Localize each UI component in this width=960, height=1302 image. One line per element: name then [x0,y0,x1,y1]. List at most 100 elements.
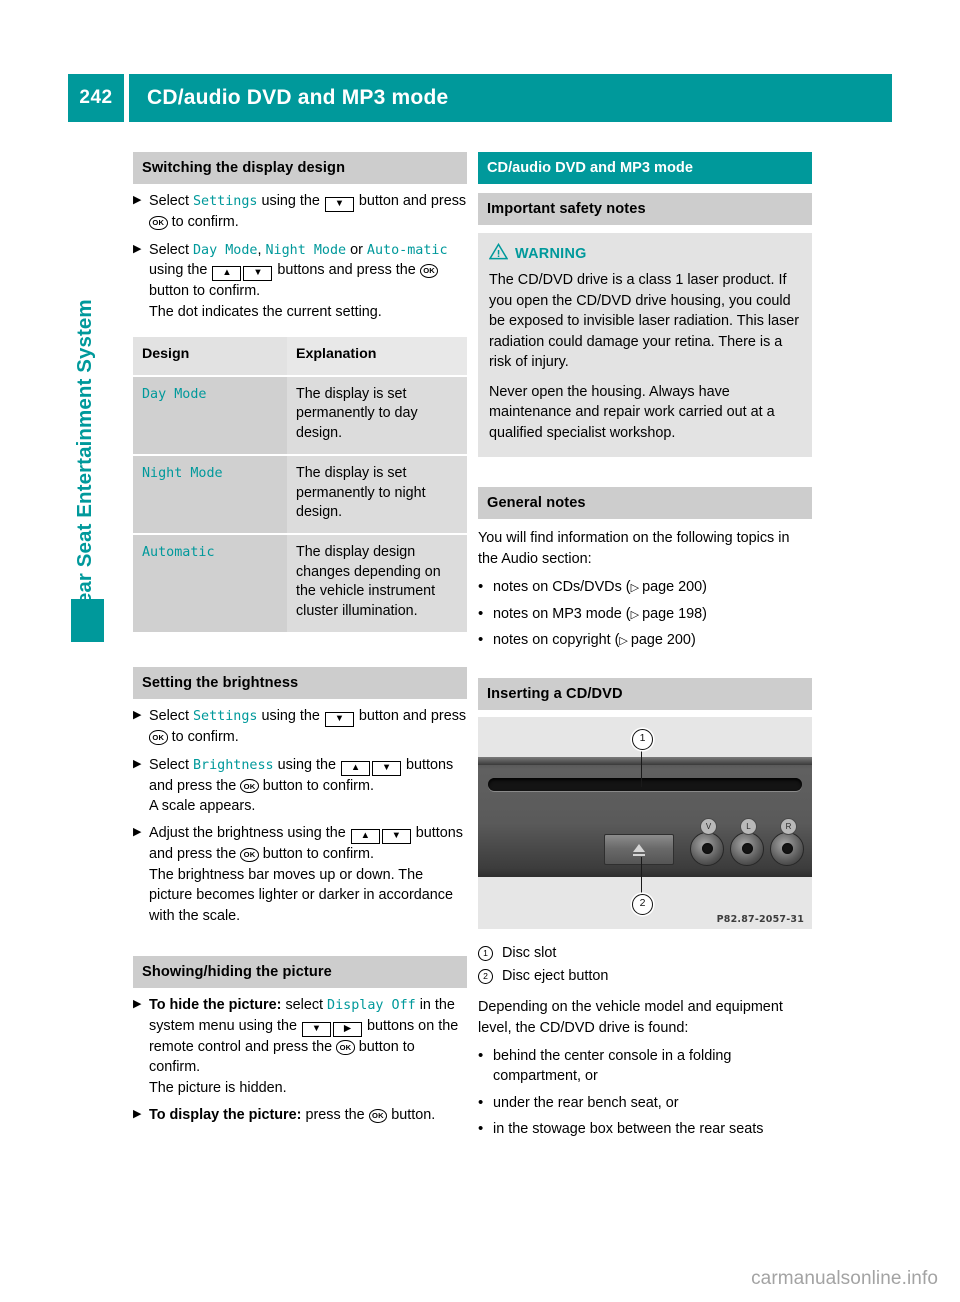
down-arrow-button-icon[interactable]: ▼ [243,266,273,282]
warning-triangle-icon [488,243,509,265]
step-text: button to confirm. [149,283,261,300]
instruction-step-text: To display the picture: press the OK but… [149,1105,467,1125]
page-reference-arrow-icon: ▷ [630,582,643,595]
warning-box: WARNING The CD/DVD drive is a class 1 la… [478,233,812,458]
table-header-row: Design Explanation [133,337,467,377]
bullet-dot-icon: • [478,631,484,649]
step-text: press the [301,1107,369,1124]
down-arrow-button-icon[interactable]: ▼ [381,829,411,845]
right-column: CD/audio DVD and MP3 mode Important safe… [478,152,812,1140]
ui-value-text: Auto‑matic [366,242,448,258]
ok-button-icon[interactable]: OK [368,1108,388,1124]
steps-setting-brightness: ▶ Select Settings using the ▼ button and … [133,706,467,926]
left-column: Switching the display design ▶ Select Set… [133,152,467,1126]
ui-value-text: Display Off [327,998,416,1014]
steps-switching-display-design: ▶ Select Settings using the ▼ button and … [133,191,467,322]
down-arrow-button-icon[interactable]: ▼ [324,712,354,728]
general-notes-intro: You will find information on the followi… [478,530,790,567]
callout-label: Disc eject button [502,968,609,985]
page-title: CD/audio DVD and MP3 mode [129,74,892,122]
list-item: • notes on MP3 mode (▷ page 198) [478,604,812,624]
table-row: Night Mode The display is set permanently… [133,454,467,535]
step-text: button and press [354,708,467,725]
step-bullet-icon: ▶ [133,194,142,207]
list-item-text: notes on copyright (▷ page 200) [493,632,696,649]
ok-button-icon[interactable]: OK [240,847,259,863]
step-bullet-icon: ▶ [133,709,142,722]
up-arrow-button-icon[interactable]: ▲ [341,760,371,776]
figure-callout-1: 1 [632,728,653,750]
page-reference-arrow-icon: ▷ [630,608,643,621]
av-jack-right-badge-icon: R [780,817,797,835]
disc-eject-button[interactable] [604,833,674,865]
warning-title-row: WARNING [488,243,801,265]
instruction-step-text: Select Brightness using the ▲ ▼ buttons a… [149,755,467,817]
inserting-bullet-list: • behind the center console in a folding … [478,1046,812,1140]
list-item-text: under the rear bench seat, or [493,1094,679,1111]
callout-circle: 1 [478,945,493,961]
page-reference-link[interactable]: page 200 [631,632,691,648]
warning-paragraph-2: Never open the housing. Always have main… [489,383,775,441]
step-text: to confirm. [167,214,239,231]
step-bullet-icon: ▶ [133,826,142,839]
step-text: A scale appears. [149,797,256,814]
table-header-explanation: Explanation [287,337,467,377]
ui-value-text: Night Mode [265,242,347,258]
list-item-text: notes on CDs/DVDs (▷ page 200) [493,579,707,596]
instruction-step-text: Select Settings using the ▼ button and p… [149,191,467,232]
ok-button-icon[interactable]: OK [419,263,439,278]
instruction-step: ▶ Adjust the brightness using the ▲ ▼ butt… [133,823,467,926]
heading-inserting-cd-dvd: Inserting a CD/DVD [478,677,812,710]
site-watermark: carmanualsonline.info [751,1268,938,1289]
page-reference-link[interactable]: page 200 [642,579,702,595]
bullet-dot-icon: • [478,1120,484,1138]
callout-legend-item: 2 Disc eject button [478,966,812,988]
page-reference-arrow-icon: ▷ [619,635,631,648]
step-text: , [257,241,266,258]
table-cell-explanation: The display is set permanently to day de… [287,375,467,456]
step-text: Select [149,193,193,210]
instruction-step-text: Adjust the brightness using the ▲ ▼ butto… [149,823,467,926]
chapter-title-bar: CD/audio DVD and MP3 mode [478,152,812,185]
av-jack-left-badge-icon: L [740,817,757,835]
list-item-text: behind the center console in a folding c… [493,1047,732,1085]
ok-button-icon[interactable]: OK [149,215,168,231]
instruction-step: ▶ To display the picture: press the OK bu… [133,1105,467,1125]
eject-icon [633,843,645,852]
step-text: buttons and press the [273,262,420,279]
instruction-step: ▶ Select Settings using the ▼ button and … [133,191,467,232]
page-reference-link[interactable]: page 198 [642,606,702,622]
disc-slot [488,777,802,791]
step-text: Adjust the brightness using the [149,825,350,842]
step-text: to confirm. [167,729,239,746]
instruction-step: ▶ Select Brightness using the ▲ ▼ buttons … [133,755,467,817]
general-notes-bullet-list: • notes on CDs/DVDs (▷ page 200) • notes on… [478,577,812,650]
list-item: • under the rear bench seat, or [478,1093,812,1113]
ui-value-text: Day Mode [193,242,258,258]
instruction-step: ▶ Select Day Mode, Night Mode or Auto‑mat… [133,240,467,322]
instruction-step: ▶ Select Settings using the ▼ button and … [133,706,467,747]
ok-button-icon[interactable]: OK [149,730,168,745]
right-arrow-button-icon[interactable]: ▶ [332,1021,362,1037]
step-text: button. [387,1107,436,1124]
instruction-step-text: Select Day Mode, Night Mode or Auto‑mati… [149,240,467,322]
step-text: using the [257,193,324,210]
up-arrow-button-icon[interactable]: ▲ [212,266,242,282]
chapter-side-tab-label: Rear Seat Entertainment System [73,299,96,619]
down-arrow-button-icon[interactable]: ▼ [372,760,402,776]
list-item: • behind the center console in a folding … [478,1046,812,1087]
callout-leader-1 [640,746,643,787]
chapter-side-tab: Rear Seat Entertainment System [66,222,106,642]
up-arrow-button-icon[interactable]: ▲ [350,829,380,845]
heading-showing-hiding-picture: Showing/hiding the picture [133,956,467,989]
callout-circle: 2 [478,969,493,985]
table-cell-explanation: The display design changes depending on … [287,533,467,634]
figure-reference-code: P82.87-2057-31 [716,913,804,925]
step-text: The dot indicates the current setting. [149,303,382,320]
down-arrow-button-icon[interactable]: ▼ [301,1021,331,1037]
down-arrow-button-icon[interactable]: ▼ [324,197,354,213]
ok-button-icon[interactable]: OK [336,1040,355,1055]
eject-icon-bar [633,853,645,857]
ok-button-icon[interactable]: OK [240,778,259,794]
steps-showing-hiding-picture: ▶ To hide the picture: select Display Off… [133,995,467,1125]
